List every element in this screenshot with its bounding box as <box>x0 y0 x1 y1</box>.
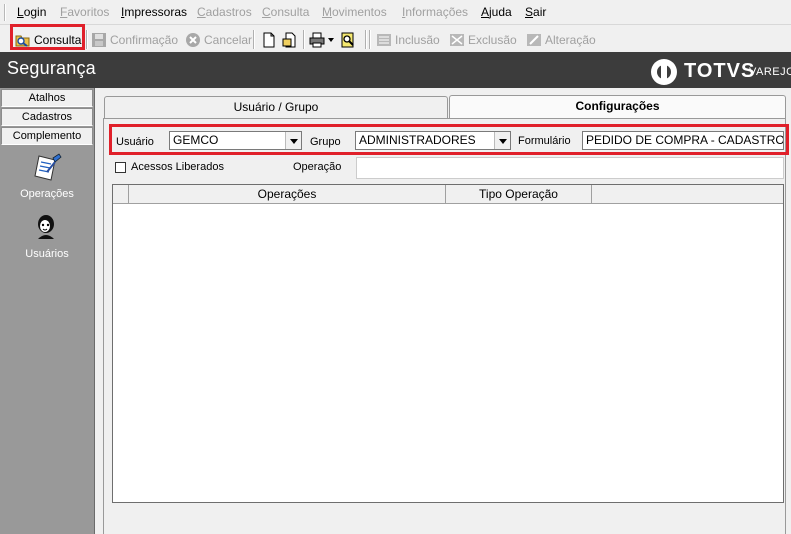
page-title: Segurança <box>7 58 96 78</box>
operacao-label: Operação <box>293 161 342 173</box>
acessos-liberados-checkbox[interactable] <box>115 162 126 173</box>
print-preview-button[interactable] <box>340 30 356 50</box>
grupo-label: Grupo <box>310 136 341 148</box>
toolbar-separator <box>303 30 305 49</box>
chevron-down-icon[interactable] <box>494 132 510 149</box>
sidebar-item-label: Operações <box>20 188 74 200</box>
inclusao-button[interactable]: Inclusão <box>376 30 440 50</box>
menu-movimentos[interactable]: Movimentos <box>322 5 387 19</box>
toolbar-separator <box>369 30 371 49</box>
operations-icon <box>33 152 63 182</box>
module-header: Segurança TOTVS VAREJO <box>0 52 791 88</box>
consulta-label: Consulta <box>34 33 82 47</box>
menu-impressoras[interactable]: Impressoras <box>121 5 187 19</box>
brand-subtitle: VAREJO <box>749 66 791 78</box>
usuario-label: Usuário <box>116 136 154 148</box>
menu-cadastros[interactable]: Cadastros <box>197 5 252 19</box>
totvs-logo-icon <box>651 59 677 85</box>
tab-usuario-grupo[interactable]: Usuário / Grupo <box>104 96 448 119</box>
operations-grid[interactable]: Operações Tipo Operação <box>112 184 784 503</box>
consulta-button[interactable]: Consulta <box>15 30 81 50</box>
floppy-disk-icon <box>91 32 107 48</box>
dropdown-arrow-icon <box>328 38 334 42</box>
new-document-icon <box>261 32 277 48</box>
sidebar-tab-cadastros[interactable]: Cadastros <box>1 108 93 126</box>
print-preview-icon <box>340 32 356 48</box>
column-header-tipo-operacao[interactable]: Tipo Operação <box>446 185 592 204</box>
edit-record-icon <box>526 32 542 48</box>
formulario-value: PEDIDO DE COMPRA - CADASTRO <box>586 133 784 147</box>
sidebar-item-label: Usuários <box>25 248 69 260</box>
grupo-combo[interactable]: ADMINISTRADORES <box>355 131 511 150</box>
toolbar-separator <box>86 30 88 49</box>
cancelar-button[interactable]: Cancelar <box>185 30 252 50</box>
grid-row-indicator-header <box>113 185 129 204</box>
toolbar: Consulta Confirmação Cancelar Inclusão E… <box>0 24 791 52</box>
open-document-button[interactable] <box>282 30 298 50</box>
sidebar: Atalhos Cadastros Complemento Operações … <box>0 88 94 534</box>
menu-informacoes[interactable]: Informações <box>402 5 468 19</box>
toolbar-separator <box>253 30 255 49</box>
menu-sair[interactable]: Sair <box>525 5 546 19</box>
menu-grip <box>4 4 6 21</box>
menu-consulta[interactable]: Consulta <box>262 5 309 19</box>
print-button[interactable] <box>309 30 334 50</box>
sidebar-item-usuarios[interactable]: Usuários <box>0 210 94 266</box>
new-document-button[interactable] <box>261 30 277 50</box>
cancel-circle-icon <box>185 32 201 48</box>
user-icon <box>34 214 58 240</box>
menu-login[interactable]: Login <box>17 5 46 19</box>
confirmacao-button[interactable]: Confirmação <box>91 30 178 50</box>
printer-icon <box>309 32 325 48</box>
menu-bar: Login Favoritos Impressoras Cadastros Co… <box>0 0 791 25</box>
column-header-operacoes[interactable]: Operações <box>129 185 446 204</box>
delete-record-icon <box>449 32 465 48</box>
sidebar-tab-atalhos[interactable]: Atalhos <box>1 89 93 107</box>
grid-header-filler <box>592 185 783 204</box>
cancelar-label: Cancelar <box>204 33 253 47</box>
exclusao-button[interactable]: Exclusão <box>449 30 517 50</box>
menu-favoritos[interactable]: Favoritos <box>60 5 109 19</box>
search-folder-icon <box>15 32 31 48</box>
alteracao-label: Alteração <box>545 33 596 47</box>
formulario-label: Formulário <box>518 135 571 147</box>
menu-ajuda[interactable]: Ajuda <box>481 5 512 19</box>
confirmacao-label: Confirmação <box>110 33 179 47</box>
formulario-field[interactable]: PEDIDO DE COMPRA - CADASTRO <box>582 131 784 150</box>
acessos-liberados-label: Acessos Liberados <box>131 161 224 173</box>
usuario-combo[interactable]: GEMCO <box>169 131 302 150</box>
add-record-icon <box>376 32 392 48</box>
sidebar-tab-complemento[interactable]: Complemento <box>1 127 93 145</box>
exclusao-label: Exclusão <box>468 33 517 47</box>
grupo-value: ADMINISTRADORES <box>359 133 476 147</box>
usuario-value: GEMCO <box>173 133 219 147</box>
tab-configuracoes[interactable]: Configurações <box>449 95 786 119</box>
operacao-field[interactable] <box>356 157 784 179</box>
open-document-icon <box>282 32 298 48</box>
alteracao-button[interactable]: Alteração <box>526 30 596 50</box>
chevron-down-icon[interactable] <box>285 132 301 149</box>
inclusao-label: Inclusão <box>395 33 440 47</box>
brand-name: TOTVS <box>684 60 756 82</box>
toolbar-separator <box>365 30 367 49</box>
